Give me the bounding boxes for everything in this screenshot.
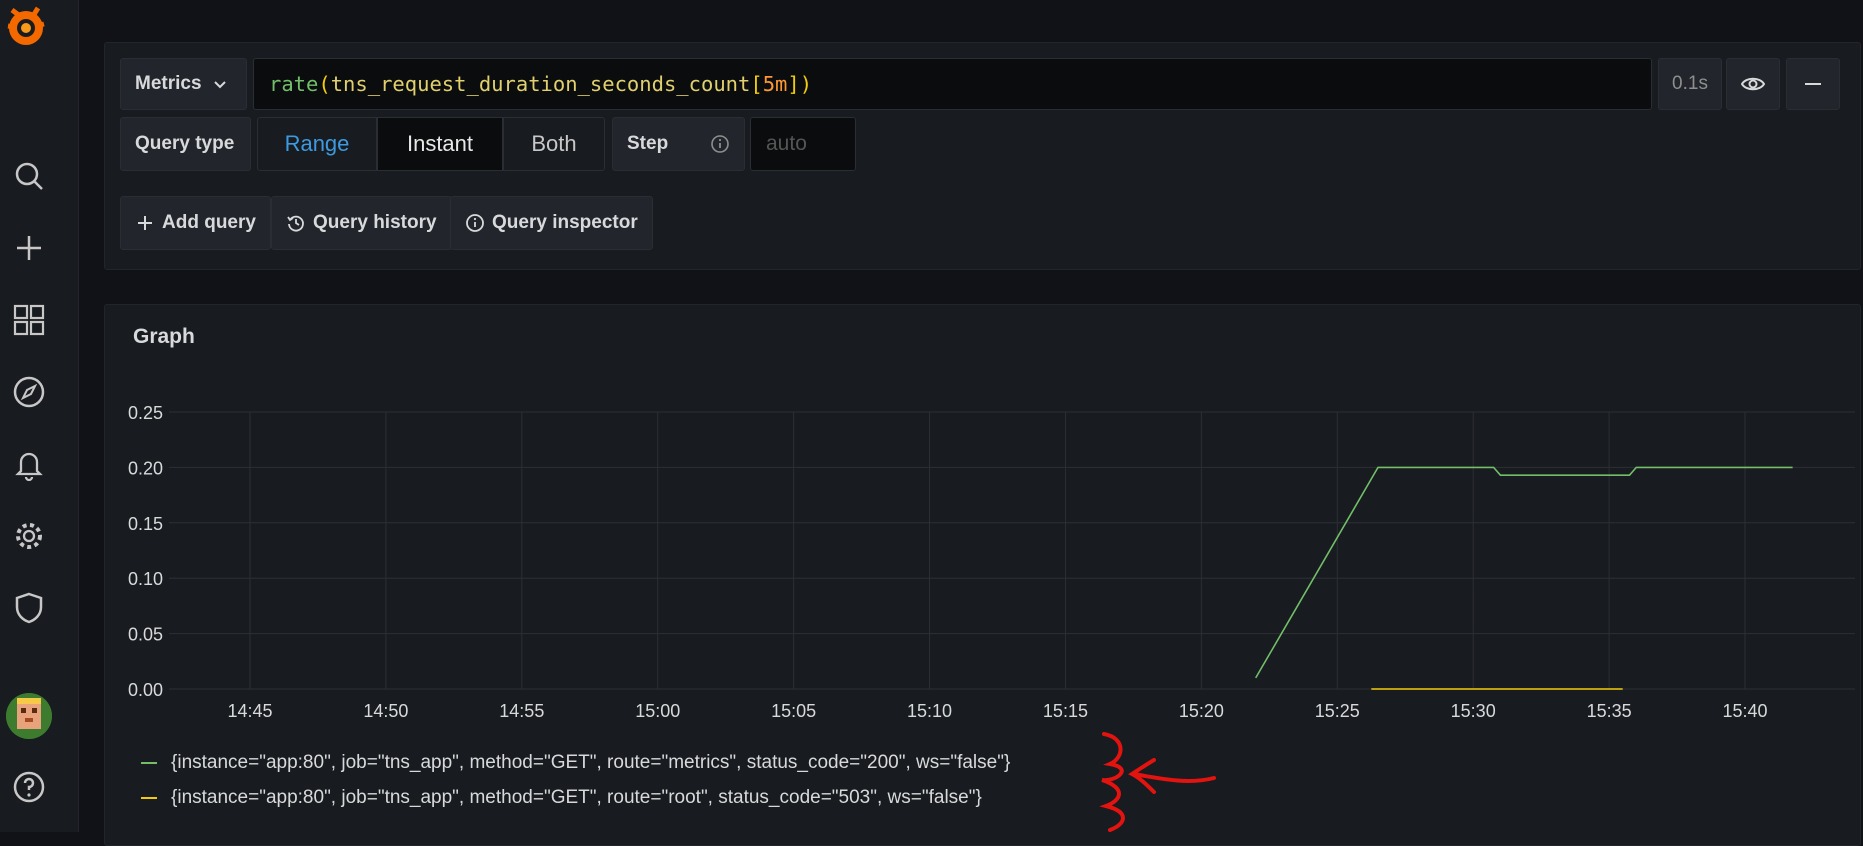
query-type-both[interactable]: Both bbox=[503, 117, 605, 171]
add-query-button[interactable]: Add query bbox=[120, 196, 271, 250]
x-tick-label: 15:35 bbox=[1587, 701, 1632, 721]
legend-swatch bbox=[141, 796, 157, 799]
query-expression-input[interactable]: rate(tns_request_duration_seconds_count[… bbox=[253, 58, 1652, 110]
x-tick-label: 15:40 bbox=[1722, 701, 1767, 721]
query-history-label: Query history bbox=[313, 212, 437, 233]
query-range-open: [ bbox=[750, 72, 763, 96]
x-tick-label: 15:30 bbox=[1451, 701, 1496, 721]
legend-item[interactable]: {instance="app:80", job="tns_app", metho… bbox=[141, 745, 1010, 780]
y-tick-label: 0.15 bbox=[128, 514, 163, 534]
y-tick-label: 0.25 bbox=[128, 403, 163, 423]
query-range: 5m bbox=[762, 72, 788, 96]
eye-icon bbox=[1740, 77, 1766, 91]
y-tick-label: 0.05 bbox=[128, 625, 163, 645]
query-duration: 0.1s bbox=[1658, 58, 1722, 110]
query-function: rate bbox=[269, 72, 319, 96]
x-tick-label: 15:20 bbox=[1179, 701, 1224, 721]
query-editor-panel: Metrics rate(tns_request_duration_second… bbox=[104, 42, 1861, 270]
query-type-label: Query type bbox=[120, 117, 251, 171]
search-icon[interactable] bbox=[11, 158, 47, 194]
query-inspector-label: Query inspector bbox=[492, 212, 638, 233]
minus-icon bbox=[1805, 83, 1821, 85]
step-label: Step bbox=[627, 133, 669, 154]
x-tick-label: 14:55 bbox=[499, 701, 544, 721]
red-arrow-annotation bbox=[1099, 732, 1216, 832]
query-type-instant[interactable]: Instant bbox=[377, 117, 503, 171]
legend-label: {instance="app:80", job="tns_app", metho… bbox=[171, 786, 982, 808]
chevron-down-icon bbox=[213, 81, 226, 89]
query-range-close: ] bbox=[787, 72, 800, 96]
datasource-picker[interactable]: Metrics bbox=[120, 58, 247, 110]
graph-legend: {instance="app:80", job="tns_app", metho… bbox=[141, 745, 1010, 815]
y-tick-label: 0.00 bbox=[128, 680, 163, 700]
query-history-button[interactable]: Query history bbox=[271, 196, 452, 250]
dashboards-icon[interactable] bbox=[11, 302, 47, 338]
info-icon[interactable] bbox=[710, 134, 730, 154]
x-tick-label: 15:05 bbox=[771, 701, 816, 721]
shield-icon[interactable] bbox=[11, 590, 47, 626]
help-icon[interactable] bbox=[11, 769, 47, 805]
history-icon bbox=[287, 215, 304, 232]
datasource-label: Metrics bbox=[135, 73, 202, 94]
step-label-box: Step bbox=[612, 117, 745, 171]
query-paren-close: ) bbox=[799, 72, 813, 96]
add-query-label: Add query bbox=[162, 212, 256, 233]
query-paren-open: ( bbox=[318, 72, 331, 96]
x-tick-label: 15:00 bbox=[635, 701, 680, 721]
query-inspector-button[interactable]: Query inspector bbox=[450, 196, 653, 250]
step-input[interactable]: auto bbox=[750, 117, 856, 171]
query-type-range[interactable]: Range bbox=[257, 117, 377, 171]
legend-swatch bbox=[141, 761, 157, 764]
plus-icon[interactable] bbox=[11, 230, 47, 266]
query-metric: tns_request_duration_seconds_count bbox=[330, 72, 751, 96]
legend-item[interactable]: {instance="app:80", job="tns_app", metho… bbox=[141, 780, 1010, 815]
sidebar bbox=[0, 0, 79, 832]
x-tick-label: 14:45 bbox=[227, 701, 272, 721]
legend-label: {instance="app:80", job="tns_app", metho… bbox=[171, 751, 1011, 773]
toggle-query-visibility-button[interactable] bbox=[1726, 58, 1780, 110]
remove-query-button[interactable] bbox=[1786, 58, 1840, 110]
y-tick-label: 0.20 bbox=[128, 458, 163, 478]
plus-icon bbox=[138, 216, 152, 230]
x-tick-label: 15:25 bbox=[1315, 701, 1360, 721]
y-tick-label: 0.10 bbox=[128, 569, 163, 589]
graph-chart[interactable]: 0.00 0.05 0.10 0.15 0.20 0.25 14:45 14:50 14:55 1… bbox=[105, 305, 1860, 745]
x-tick-label: 14:50 bbox=[363, 701, 408, 721]
bell-icon[interactable] bbox=[11, 446, 47, 482]
grafana-logo-icon[interactable] bbox=[0, 0, 50, 54]
graph-panel: Graph 0.00 0.05 0.10 0.15 0.20 0.25 14:45 14:50… bbox=[104, 304, 1861, 846]
x-tick-label: 15:15 bbox=[1043, 701, 1088, 721]
series-line-1 bbox=[1255, 466, 1793, 679]
x-tick-label: 15:10 bbox=[907, 701, 952, 721]
gear-icon[interactable] bbox=[11, 518, 47, 554]
info-icon bbox=[466, 214, 484, 232]
avatar[interactable] bbox=[6, 693, 52, 739]
explore-icon[interactable] bbox=[11, 374, 47, 410]
query-type-radio-group: Range Instant Both bbox=[257, 117, 605, 171]
